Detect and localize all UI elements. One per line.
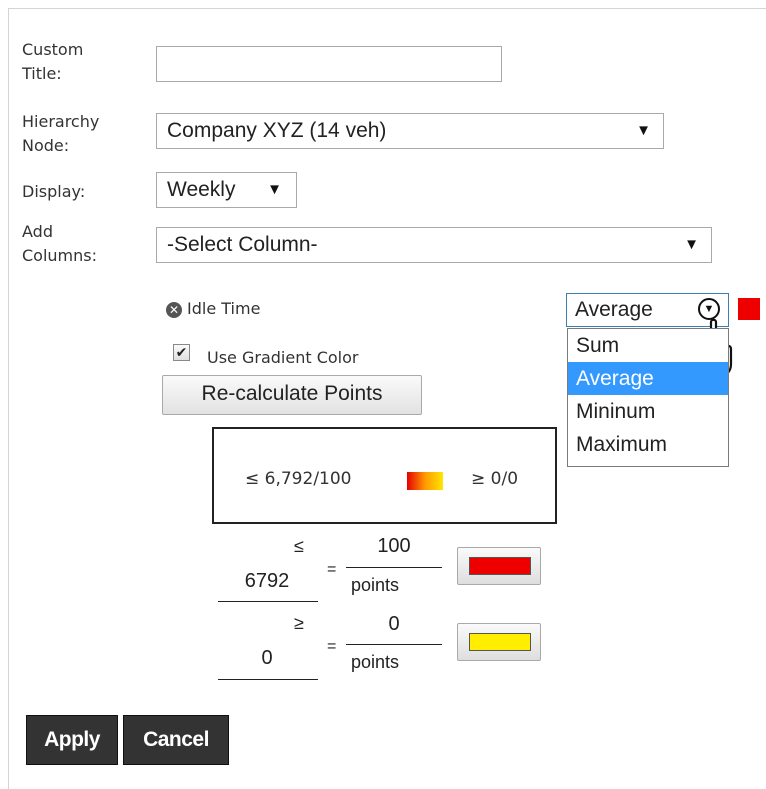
dropdown-option-average[interactable]: Average xyxy=(568,362,728,395)
threshold-points-input[interactable]: 100 xyxy=(348,535,440,558)
legend-high-text: ≥ 0/0 xyxy=(471,469,519,489)
threshold-color-button[interactable] xyxy=(457,623,541,661)
color-swatch xyxy=(469,633,531,651)
display-label: Display: xyxy=(22,182,86,201)
threshold-points-input[interactable]: 0 xyxy=(348,613,440,636)
dropdown-option-maximum[interactable]: Maximum xyxy=(568,428,728,461)
threshold-points-underline xyxy=(346,644,442,645)
aggregate-value: Average xyxy=(575,298,653,321)
threshold-op: ≤ xyxy=(294,536,304,556)
gradient-checkbox[interactable]: ✔ xyxy=(173,344,190,361)
display-value: Weekly xyxy=(167,178,236,201)
threshold-value-input[interactable]: 6792 xyxy=(218,570,316,593)
remove-column-icon[interactable]: ✕ xyxy=(166,302,182,318)
threshold-value-input[interactable]: 0 xyxy=(218,647,316,670)
custom-title-label: Custom Title: xyxy=(22,38,83,86)
threshold-value-underline xyxy=(218,679,318,680)
gradient-legend: ≤ 6,792/100 ≥ 0/0 xyxy=(212,427,557,524)
points-label: points xyxy=(351,575,400,595)
display-select[interactable]: Weekly ▼ xyxy=(156,172,297,208)
recalculate-points-button[interactable]: Re-calculate Points xyxy=(162,375,422,415)
hierarchy-label-line1: Hierarchy xyxy=(22,112,100,131)
hierarchy-node-value: Company XYZ (14 veh) xyxy=(167,119,387,142)
threshold-color-button[interactable] xyxy=(457,547,541,585)
apply-button[interactable]: Apply xyxy=(26,715,118,765)
dropdown-option-sum[interactable]: Sum xyxy=(568,329,728,362)
hierarchy-node-select[interactable]: Company XYZ (14 veh) ▼ xyxy=(156,113,664,149)
custom-title-label-line1: Custom xyxy=(22,40,84,59)
custom-title-input[interactable] xyxy=(156,46,502,82)
aggregate-dropdown-list: Sum Average Mininum Maximum xyxy=(567,328,729,467)
dropdown-option-minimum[interactable]: Mininum xyxy=(568,395,728,428)
custom-title-label-line2: Title: xyxy=(22,64,62,83)
add-columns-label: Add Columns: xyxy=(22,220,97,268)
dropdown-arrow-icon: ▼ xyxy=(698,298,720,320)
column-name: Idle Time xyxy=(187,299,261,318)
cancel-button[interactable]: Cancel xyxy=(123,715,229,765)
add-columns-label-line1: Add xyxy=(22,222,53,241)
points-label: points xyxy=(351,652,400,672)
hierarchy-node-label: Hierarchy Node: xyxy=(22,110,99,158)
threshold-points-underline xyxy=(346,567,442,568)
threshold-op: ≥ xyxy=(294,613,304,633)
color-swatch xyxy=(469,557,531,575)
column-color-swatch[interactable] xyxy=(738,298,760,320)
add-columns-value: -Select Column- xyxy=(167,233,318,256)
gradient-label: Use Gradient Color xyxy=(207,348,359,367)
equals-sign: = xyxy=(327,638,337,655)
dropdown-arrow-icon: ▼ xyxy=(267,181,282,198)
legend-gradient xyxy=(407,472,443,490)
dropdown-arrow-icon: ▼ xyxy=(684,236,699,253)
legend-low-text: ≤ 6,792/100 xyxy=(245,469,352,489)
dropdown-arrow-icon: ▼ xyxy=(636,122,651,139)
add-columns-select[interactable]: -Select Column- ▼ xyxy=(156,227,712,263)
threshold-value-underline xyxy=(218,601,318,602)
add-columns-label-line2: Columns: xyxy=(22,246,97,265)
hierarchy-label-line2: Node: xyxy=(22,136,70,155)
equals-sign: = xyxy=(327,561,337,578)
